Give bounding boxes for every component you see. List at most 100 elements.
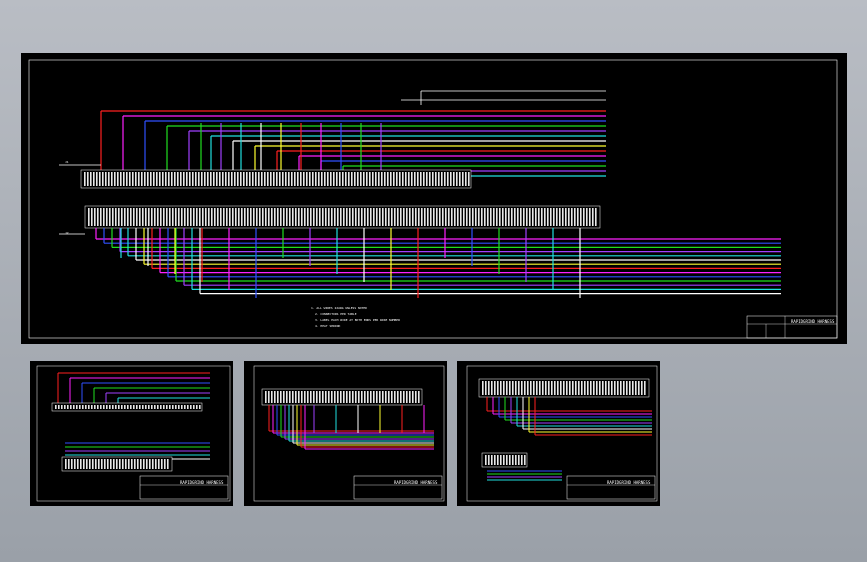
pin-label [571,208,573,226]
pin-label [376,208,378,226]
pin-label [524,455,526,465]
pin-label [151,405,153,409]
pin-label [195,172,197,186]
main-drawing-sheet[interactable]: J1 J2 1. ALL WIRES 22AWG UNLESS NOTED 2.… [21,53,847,344]
pin-label [505,208,507,226]
pin-label [125,459,127,469]
note-3: 3. LABEL EACH WIRE AT BOTH ENDS PER WIRE… [315,318,400,322]
pin-label [390,172,392,186]
pin-label [264,172,266,186]
pin-label [277,208,279,226]
pin-label [538,208,540,226]
pin-label [521,455,523,465]
pin-label [376,391,378,403]
pin-label [214,208,216,226]
pin-label [394,208,396,226]
pin-label [491,455,493,465]
pin-label [545,381,547,395]
pin-label [243,172,245,186]
pin-label [114,172,116,186]
pin-label [259,208,261,226]
pin-label [104,459,106,469]
upper-wire-bundle [59,90,606,177]
pin-label [541,208,543,226]
pin-label [331,208,333,226]
pin-label [644,381,646,395]
pin-label [391,208,393,226]
sheet-4[interactable]: RAPIDGRIND HARNESS [457,361,660,506]
pin-label [629,381,631,395]
pin-label [162,172,164,186]
pin-label [384,172,386,186]
pin-label [178,405,180,409]
pin-label [503,455,505,465]
pin-label [165,172,167,186]
pin-label [151,208,153,226]
pin-label [385,208,387,226]
pin-label [409,391,411,403]
pin-label [292,208,294,226]
pin-label [316,208,318,226]
pin-label [393,172,395,186]
pin-label [255,172,257,186]
pin-label [331,391,333,403]
pin-label [361,391,363,403]
pin-label [617,381,619,395]
pin-label [146,459,148,469]
pin-label [539,381,541,395]
pin-label [93,172,95,186]
pin-label [190,405,192,409]
pin-label [300,172,302,186]
pin-label [127,405,129,409]
pin-label [318,172,320,186]
pin-label [148,405,150,409]
pin-label [415,391,417,403]
pin-label [105,172,107,186]
pin-label [117,172,119,186]
pin-label [150,172,152,186]
pin-label [328,391,330,403]
pin-label [101,459,103,469]
pin-label [520,208,522,226]
pin-label [450,172,452,186]
pin-label [435,172,437,186]
pin-label [394,391,396,403]
sheet-2[interactable]: RAPIDGRIND HARNESS [30,361,233,506]
pin-label [97,208,99,226]
pin-label [343,208,345,226]
pin-label [500,455,502,465]
pin-label [67,405,69,409]
pin-label [319,391,321,403]
pin-label [415,208,417,226]
pin-label [469,208,471,226]
pin-label [301,391,303,403]
pin-label [279,172,281,186]
pin-label [496,208,498,226]
pin-label [280,391,282,403]
pin-label [544,208,546,226]
pin-label [55,405,57,409]
pin-label [490,208,492,226]
pin-label [382,391,384,403]
pin-label [517,208,519,226]
pin-label [168,172,170,186]
pin-label [128,459,130,469]
pin-label [316,391,318,403]
pin-label [372,172,374,186]
pin-label [387,172,389,186]
pin-label [502,208,504,226]
pin-label [158,459,160,469]
pin-label [635,381,637,395]
pin-label [83,459,85,469]
pin-label [274,391,276,403]
pin-label [113,459,115,469]
pin-label [92,459,94,469]
pin-label [262,208,264,226]
pin-label [535,208,537,226]
pin-label [488,381,490,395]
lower-wire-bundle [59,228,781,298]
sheet-3[interactable]: RAPIDGRIND HARNESS [244,361,447,506]
pin-label [451,208,453,226]
pin-label [274,208,276,226]
pin-label [339,172,341,186]
